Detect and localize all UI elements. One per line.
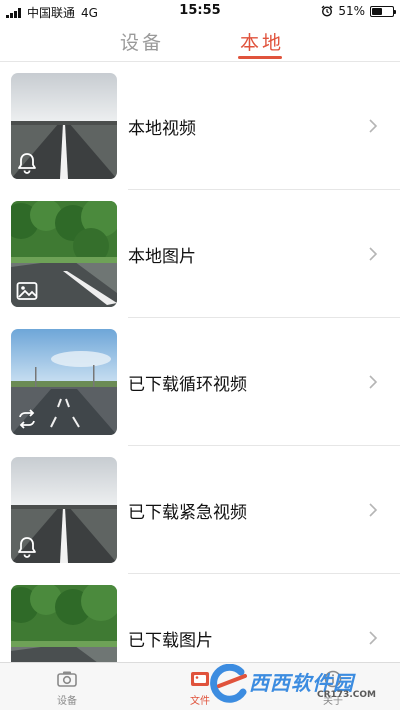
battery-fill (372, 7, 383, 15)
alarm-icon (321, 5, 333, 17)
watermark-subtext: CR173.COM (317, 690, 376, 700)
chevron-right-icon (369, 119, 378, 133)
watermark-emblem (210, 664, 247, 703)
item-label: 已下载紧急视频 (128, 503, 247, 523)
watermark-logo: 西西软件园 CR173.COM (205, 664, 395, 704)
top-tabs: 设备 本地 (0, 22, 400, 62)
tab-local[interactable]: 本地 (240, 28, 284, 55)
list-item-downloaded-loop-videos[interactable]: 已下载循环视频 (0, 318, 400, 446)
status-right: 51% (321, 4, 396, 18)
loop-icon (19, 409, 35, 429)
bell-icon (18, 153, 36, 174)
thumbnail (11, 457, 117, 563)
chevron-right-icon (369, 247, 378, 261)
chevron-right-icon (369, 375, 378, 389)
status-bar: 中国联通 4G 15:55 51% (0, 0, 400, 22)
bell-icon (18, 537, 36, 558)
camera-icon (57, 671, 77, 687)
list-item-downloaded-images[interactable]: 已下载图片 (0, 574, 400, 662)
item-label: 已下载图片 (128, 631, 213, 651)
thumbnail (11, 201, 117, 307)
list-item-local-images[interactable]: 本地图片 (0, 190, 400, 318)
thumbnail (11, 329, 117, 435)
thumbnail (11, 73, 117, 179)
chevron-right-icon (369, 631, 378, 645)
tab-devices[interactable]: 设备 (120, 28, 164, 55)
item-label: 本地视频 (128, 119, 196, 139)
item-label: 已下载循环视频 (128, 375, 247, 395)
tab-active-indicator (238, 56, 282, 59)
chevron-right-icon (369, 503, 378, 517)
road-trees-image (11, 585, 117, 662)
nav-label: 设备 (57, 696, 77, 707)
list-item-local-video[interactable]: 本地视频 (0, 62, 400, 190)
battery-percent: 51% (338, 4, 365, 18)
list-item-downloaded-emergency-videos[interactable]: 已下载紧急视频 (0, 446, 400, 574)
battery-icon (370, 5, 396, 17)
image-icon (16, 282, 38, 300)
local-files-list: 本地视频 本地图片 已下载循环视频 已下载紧急视频 已下载图片 (0, 62, 400, 662)
nav-devices[interactable]: 设备 (37, 669, 97, 707)
item-label: 本地图片 (128, 247, 196, 267)
thumbnail (11, 585, 117, 662)
